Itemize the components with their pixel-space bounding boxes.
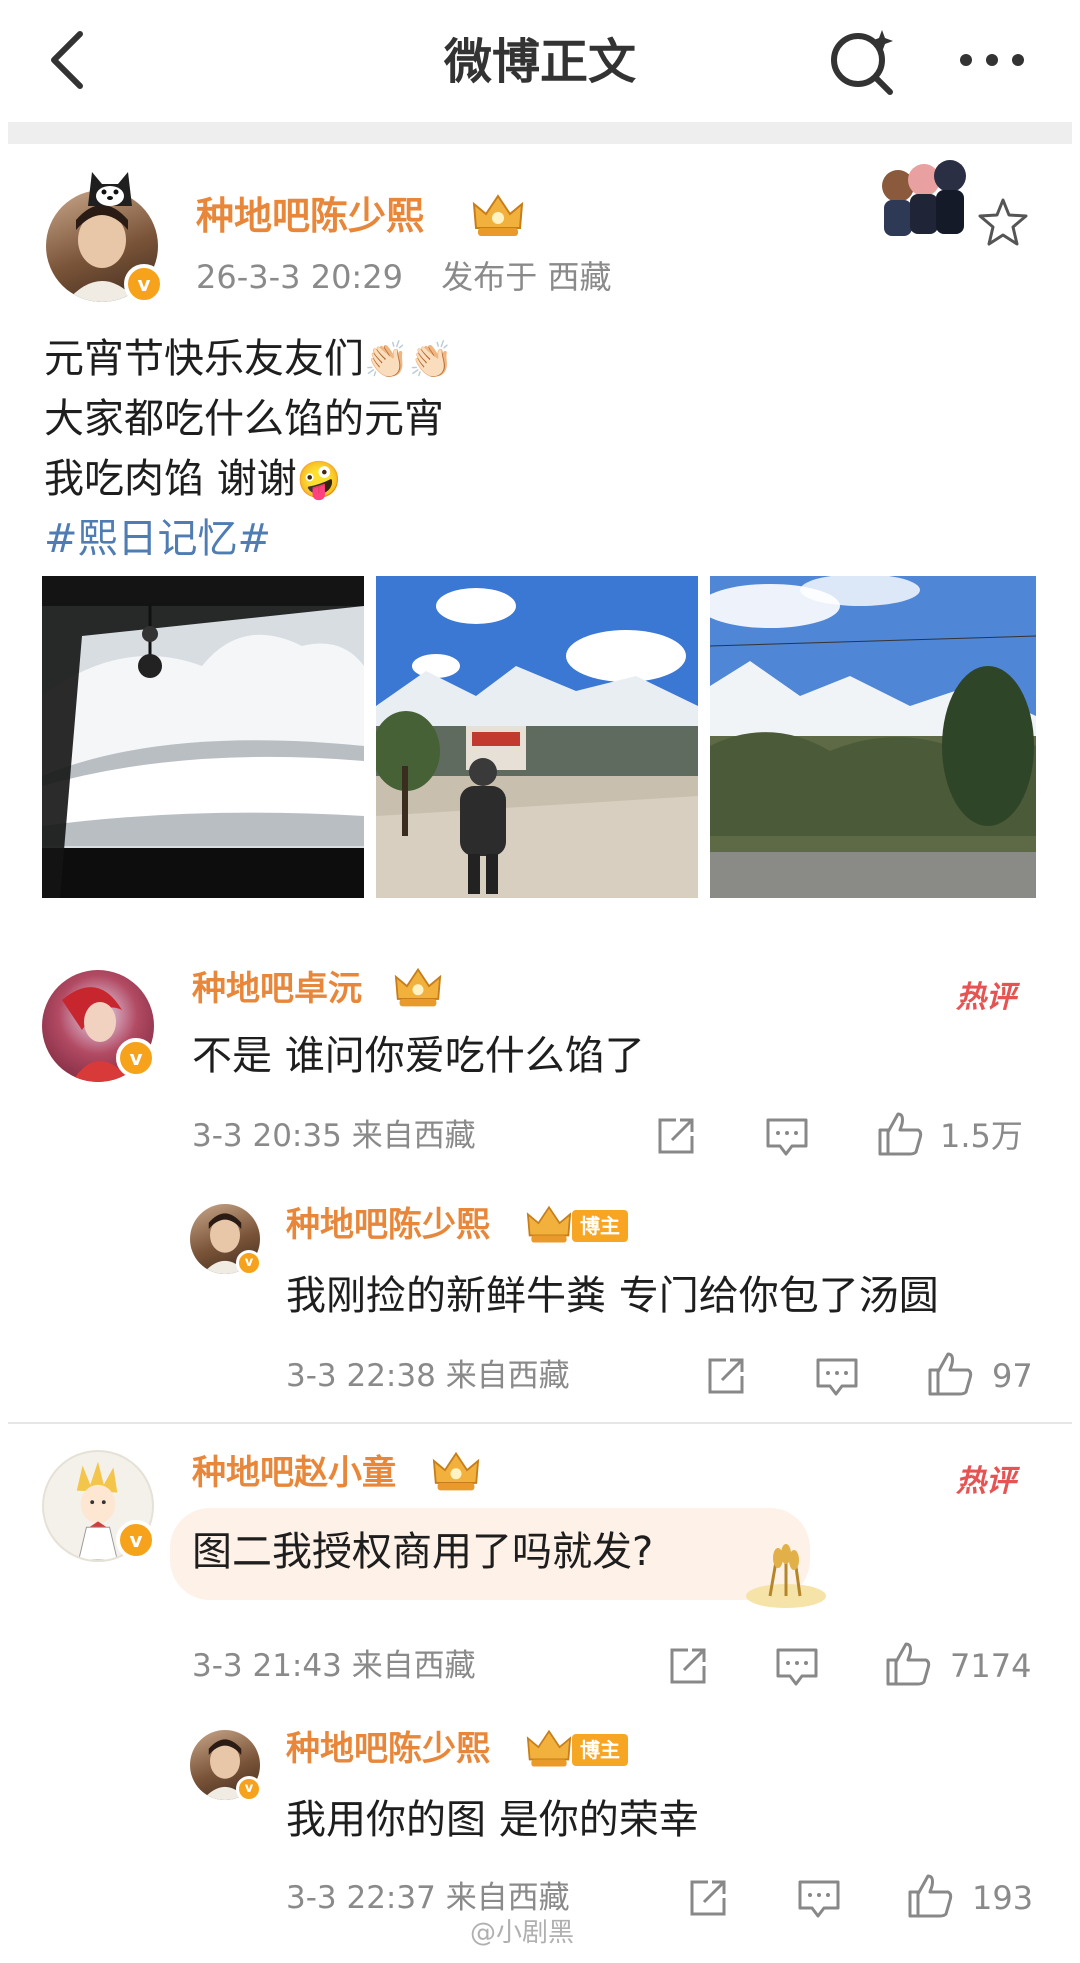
verified-badge-icon: v bbox=[116, 1038, 156, 1078]
like-count: 1.5万 bbox=[940, 1117, 1023, 1155]
commenter-name[interactable]: 种地吧赵小童 bbox=[192, 1448, 396, 1498]
verified-badge-icon: v bbox=[116, 1520, 156, 1560]
post-author-name[interactable]: 种地吧陈少熙 bbox=[196, 190, 424, 242]
crown-icon bbox=[394, 967, 442, 1007]
author-tag-badge: 博主 bbox=[572, 1734, 628, 1766]
reply-meta: 3-3 22:38 来自西藏 bbox=[286, 1358, 570, 1394]
reply-author-name[interactable]: 种地吧陈少熙 bbox=[286, 1200, 490, 1250]
comment-icon[interactable] bbox=[814, 1354, 860, 1398]
comment-icon[interactable] bbox=[796, 1876, 842, 1920]
verified-badge-icon: v bbox=[236, 1250, 262, 1276]
comment-text: 图二我授权商用了吗就发? bbox=[192, 1529, 654, 1575]
husky-sticker-icon bbox=[88, 172, 132, 206]
search-icon[interactable] bbox=[828, 26, 898, 96]
snow-mountain-car-window-photo[interactable] bbox=[42, 576, 364, 898]
post-time: 26-3-3 20:29 bbox=[196, 258, 403, 296]
divider bbox=[8, 122, 1072, 144]
hashtag-link[interactable]: #熙日记忆# bbox=[44, 512, 271, 566]
like-icon[interactable] bbox=[884, 1640, 932, 1688]
crown-icon bbox=[472, 194, 524, 236]
like-icon[interactable] bbox=[926, 1350, 974, 1398]
more-icon[interactable] bbox=[956, 30, 1028, 90]
share-icon[interactable] bbox=[666, 1644, 710, 1688]
hot-comment-badge: 热评 bbox=[956, 980, 1016, 1015]
reply-text: 我刚捡的新鲜牛粪 专门给你包了汤圆 bbox=[286, 1273, 939, 1319]
reply-author-name[interactable]: 种地吧陈少熙 bbox=[286, 1724, 490, 1774]
share-icon[interactable] bbox=[654, 1114, 698, 1158]
share-icon[interactable] bbox=[686, 1876, 730, 1920]
post-text-line: 大家都吃什么馅的元宵 bbox=[44, 396, 444, 442]
page-title: 微博正文 bbox=[443, 34, 636, 90]
crown-icon bbox=[432, 1451, 480, 1491]
snow-mountain-forest-photo[interactable] bbox=[710, 576, 1036, 898]
share-icon[interactable] bbox=[704, 1354, 748, 1398]
like-count: 7174 bbox=[950, 1647, 1032, 1685]
post-text-line: 元宵节快乐友友们👏🏻👏🏻 bbox=[44, 336, 454, 382]
comment-icon[interactable] bbox=[764, 1114, 810, 1158]
reply-text: 我用你的图 是你的荣幸 bbox=[286, 1797, 699, 1843]
author-tag-badge: 博主 bbox=[572, 1210, 628, 1242]
comment-meta: 3-3 20:35 来自西藏 bbox=[192, 1118, 476, 1154]
commenter-name[interactable]: 种地吧卓沅 bbox=[192, 964, 362, 1014]
like-icon[interactable] bbox=[876, 1110, 924, 1158]
verified-badge-icon: v bbox=[236, 1776, 262, 1802]
favorite-star-icon[interactable] bbox=[976, 196, 1030, 248]
crown-icon bbox=[526, 1205, 572, 1243]
divider bbox=[8, 1422, 1072, 1424]
post-timestamp: 26-3-3 20:29 发布于 西藏 bbox=[196, 254, 611, 300]
like-count: 193 bbox=[972, 1879, 1034, 1917]
top-bar: 微博正文 bbox=[0, 0, 1080, 122]
crown-icon bbox=[526, 1729, 572, 1767]
source-watermark: @小剧黑 bbox=[470, 1918, 575, 1948]
tongue-face-emoji-icon: 🤪 bbox=[296, 460, 342, 501]
comment-icon[interactable] bbox=[774, 1644, 820, 1688]
like-count: 97 bbox=[992, 1357, 1033, 1395]
clap-emoji-icon: 👏🏻👏🏻 bbox=[364, 340, 454, 381]
wheat-sticker-icon bbox=[746, 1544, 826, 1608]
anime-characters-sticker-icon bbox=[882, 160, 966, 236]
comment-text: 不是 谁问你爱吃什么馅了 bbox=[192, 1033, 645, 1079]
verified-badge-icon: v bbox=[124, 264, 164, 304]
like-icon[interactable] bbox=[906, 1872, 954, 1920]
person-walking-mountain-road-photo[interactable] bbox=[376, 576, 698, 898]
comment-meta: 3-3 21:43 来自西藏 bbox=[192, 1648, 476, 1684]
post-location: 发布于 西藏 bbox=[441, 258, 612, 296]
post-text-line: 我吃肉馅 谢谢🤪 bbox=[44, 456, 342, 502]
hot-comment-badge: 热评 bbox=[956, 1464, 1016, 1499]
